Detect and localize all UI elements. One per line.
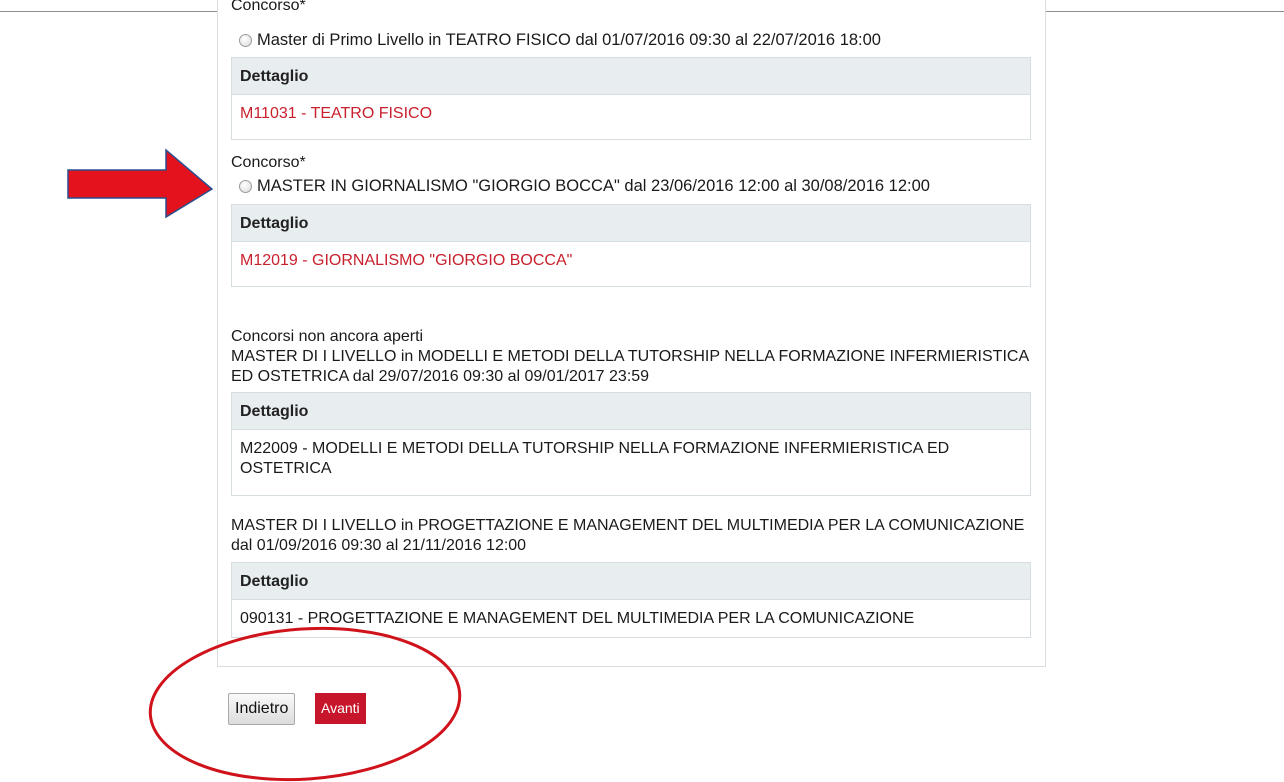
- annotation-overlay: [67, 148, 462, 782]
- red-circle-icon: [148, 626, 462, 782]
- red-arrow-icon: [67, 148, 214, 219]
